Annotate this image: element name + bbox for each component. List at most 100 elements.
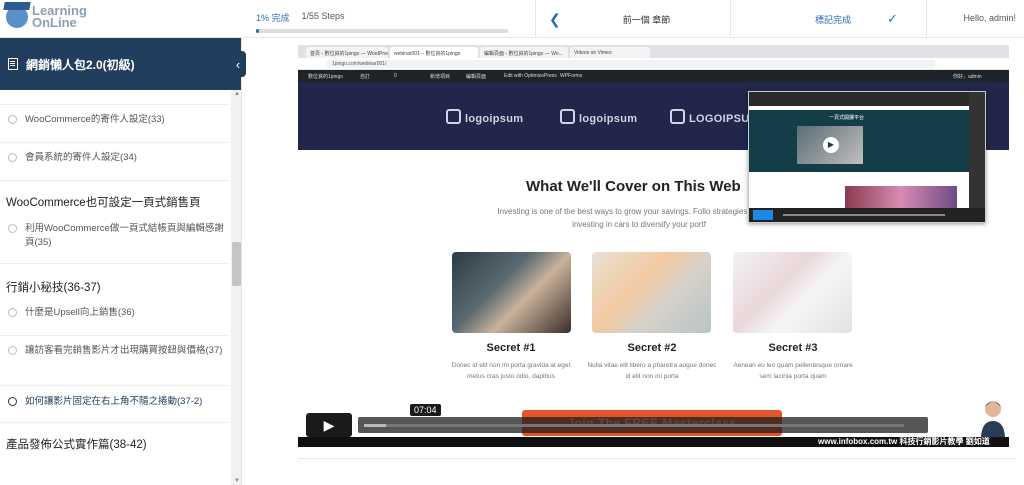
previous-lesson-button[interactable]: ❮ 前一個 章節 — [545, 0, 730, 38]
placeholder-logo: logoipsum — [560, 109, 637, 125]
watermark-text: www.infobox.com.tw 科技行銷影片教學 劉如道 — [818, 437, 990, 446]
lesson-status-icon — [8, 397, 17, 406]
top-bar: Learning OnLine 1% 完成 1/55 Steps ❮ 前一個 章… — [0, 0, 1024, 38]
lesson-label: 會員系統的寄件人設定(34) — [25, 152, 137, 163]
section-title[interactable]: 產品發佈公式實作篇(38-42) — [6, 436, 147, 452]
course-sidebar: 網銷懶人包2.0(初級) WooCommerce的寄件人設定(33) 會員系統的… — [0, 38, 242, 485]
lesson-item[interactable]: WooCommerce的寄件人設定(33) — [0, 113, 229, 143]
logo-line-2: OnLine — [32, 15, 77, 30]
card-title: Secret #3 — [768, 342, 818, 354]
presenter-avatar — [981, 401, 1005, 437]
wp-bar-item: 新增項目 — [430, 74, 451, 80]
wp-bar-item: 自訂 — [360, 74, 371, 80]
mark-complete-label: 標記完成 — [815, 14, 852, 25]
lesson-label: WooCommerce的寄件人設定(33) — [25, 114, 165, 125]
wp-bar-item: 0 — [394, 73, 397, 79]
mini-player-controls — [749, 208, 985, 222]
play-icon: ▶ — [323, 416, 335, 433]
previous-lesson-label: 前一個 章節 — [622, 14, 671, 25]
mini-player-header — [749, 92, 985, 106]
recorded-url: 1pingo.com/webinar001/ — [326, 60, 936, 68]
play-icon: ▶ — [823, 137, 839, 153]
mini-player-sidebar — [969, 92, 985, 222]
progress-percent: 1% 完成 — [256, 13, 290, 23]
recorded-section-title: What We'll Cover on This Web — [526, 178, 741, 195]
chevron-left-icon: ‹ — [235, 56, 241, 72]
wp-bar-item: Edit with OptimizePress — [504, 73, 557, 79]
browser-tab: Videos on Vimeo — [570, 47, 650, 58]
lesson-item[interactable]: 會員系統的寄件人設定(34) — [0, 151, 229, 181]
chevron-left-icon: ❮ — [549, 10, 561, 27]
progress-bar — [256, 29, 508, 33]
user-greeting[interactable]: Hello, admin! — [963, 13, 1016, 23]
mini-timeline — [783, 214, 945, 216]
list-item[interactable] — [0, 90, 229, 105]
mark-complete-button[interactable]: 標記完成 ✓ — [731, 0, 926, 38]
mini-gallery — [845, 186, 957, 208]
play-button[interactable]: ▶ — [306, 413, 352, 437]
mini-player-banner: 一頁式開課平台 ▶ — [749, 110, 984, 172]
logo-text: Learning OnLine — [32, 4, 87, 30]
lesson-status-icon — [8, 346, 17, 355]
lesson-item-active[interactable]: 如何讓影片固定在右上角不隨之捲動(37-2) — [0, 395, 229, 423]
collapse-sidebar-button[interactable]: ‹ — [230, 51, 246, 77]
card-photo — [733, 252, 852, 333]
card-title: Secret #1 — [486, 342, 536, 354]
lesson-label: 利用WooCommerce做一頁式結帳頁與編輯感謝頁(35) — [25, 223, 224, 248]
wp-bar-item: WPForms — [560, 73, 583, 79]
browser-tab: 編輯頁面 ‹ 數位資的1pingo — Wo... — [480, 47, 568, 58]
lesson-item[interactable]: 利用WooCommerce做一頁式結帳頁與編輯感謝頁(35) — [0, 222, 229, 264]
current-time-tooltip: 07:04 — [410, 404, 441, 416]
mini-heading: 一頁式開課平台 — [829, 115, 865, 121]
graduation-cap-icon — [6, 6, 28, 28]
lesson-status-icon — [8, 153, 17, 162]
lesson-item[interactable]: 什麼是Upsell向上銷售(36) — [0, 306, 229, 336]
placeholder-logo: LOGOIPSUM — [670, 109, 759, 125]
section-title[interactable]: 行銷小秘技(36-37) — [6, 279, 101, 295]
lesson-status-icon — [8, 224, 17, 233]
recorded-browser-tabs: 首頁 ‹ 數位資的1pingo — WordPress webinar001 –… — [298, 45, 1009, 58]
card-photo — [452, 252, 571, 333]
placeholder-logo: logoipsum — [446, 109, 523, 125]
checkmark-icon: ✓ — [887, 11, 898, 26]
course-title: 網銷懶人包2.0(初級) — [26, 57, 135, 72]
progress-bar-fill — [256, 29, 259, 33]
divider — [535, 0, 536, 38]
video-timeline[interactable]: 07:04 — [358, 404, 928, 433]
volume-icon[interactable]: ▮▮▮▮▮ — [938, 421, 953, 429]
mini-play-button — [753, 210, 773, 220]
sidebar-scrollbar[interactable]: ▲ ▼ — [231, 90, 241, 485]
course-header: 網銷懶人包2.0(初級) — [0, 38, 241, 90]
card-text: Nulla vitae elit libero a pharetra augue… — [587, 362, 717, 380]
site-logo[interactable]: Learning OnLine — [6, 4, 87, 30]
scroll-down-icon[interactable]: ▼ — [234, 478, 240, 484]
wp-bar-item: 你好，admin — [953, 74, 982, 80]
timeline-played — [364, 424, 386, 427]
divider — [926, 0, 927, 38]
browser-tab: webinar001 – 數位資的1pingo — [390, 47, 478, 58]
wp-bar-item: 數位資的1pingo — [308, 74, 344, 80]
lesson-label: 什麼是Upsell向上銷售(36) — [25, 307, 135, 318]
scroll-up-icon[interactable]: ▲ — [234, 91, 240, 97]
recorded-address-bar: 1pingo.com/webinar001/ — [298, 58, 1009, 70]
lesson-status-icon — [8, 115, 17, 124]
scrollbar-thumb[interactable] — [232, 242, 241, 286]
wp-bar-item: 編輯頁面 — [466, 74, 487, 80]
section-title[interactable]: WooCommerce也可設定一頁式銷售頁 — [6, 194, 201, 210]
recorded-wp-admin-bar: 數位資的1pingo 自訂 0 新增項目 編輯頁面 Edit with Opti… — [298, 70, 1009, 82]
card-text: Donec id elit non mi porta gravida at eg… — [451, 362, 571, 380]
lesson-label: 如何讓影片固定在右上角不隨之捲動(37-2) — [25, 396, 203, 407]
divider — [298, 458, 1016, 459]
video-player-controls: ▶ 07:04 ▮▮▮▮▮ ⚙ ⤢ — [298, 404, 1009, 437]
progress-steps: 1/55 Steps — [301, 11, 345, 21]
document-icon — [8, 58, 18, 70]
lesson-status-icon — [8, 308, 17, 317]
lesson-item[interactable]: 讓訪客看完銷售影片才出現購買按鈕與價格(37) — [0, 344, 229, 386]
card-text: Aenean eu leo quam pellentesque ornare s… — [733, 362, 853, 380]
timeline-track[interactable] — [364, 424, 904, 427]
card-title: Secret #2 — [627, 342, 677, 354]
floating-mini-player: 一頁式開課平台 ▶ — [748, 91, 986, 223]
card-photo — [592, 252, 711, 333]
course-progress: 1% 完成 1/55 Steps — [256, 11, 512, 33]
lesson-video[interactable]: 首頁 ‹ 數位資的1pingo — WordPress webinar001 –… — [298, 45, 1009, 447]
